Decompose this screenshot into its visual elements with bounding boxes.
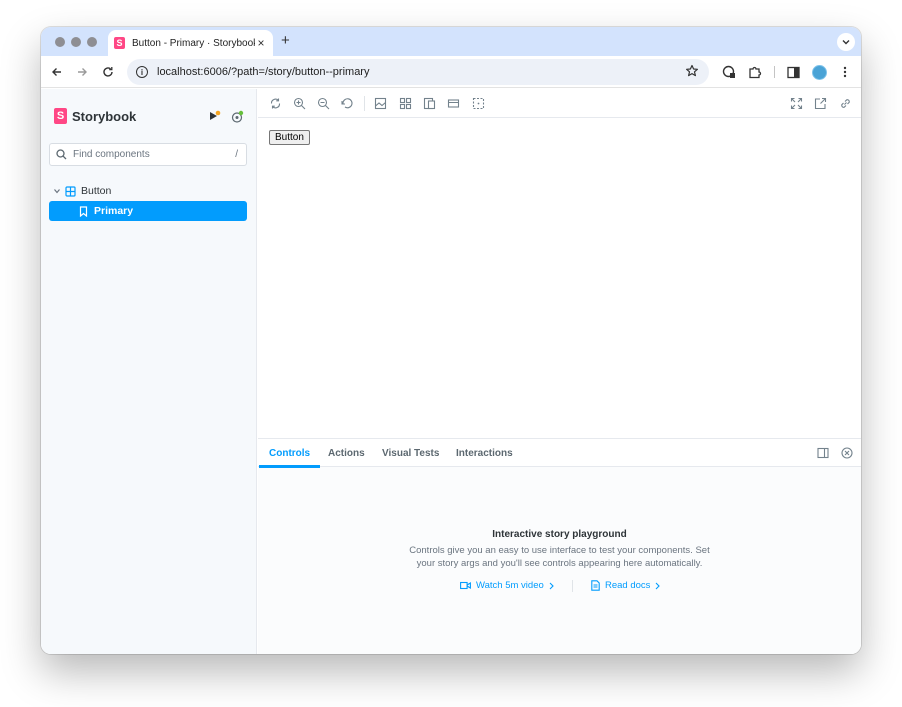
side-panel-icon (786, 66, 800, 78)
avatar (811, 64, 827, 80)
tab-actions[interactable]: Actions (328, 439, 365, 467)
bookmark-star-icon[interactable] (685, 64, 699, 78)
storybook-favicon-icon: S (114, 37, 125, 49)
tab-strip: S Button - Primary · Storybook × + (41, 27, 861, 56)
reload-icon (103, 67, 113, 77)
window-zoom-button[interactable] (87, 37, 97, 47)
preview-toolbar (258, 89, 861, 118)
browser-toolbar: i localhost:6006/?path=/story/button--pr… (41, 56, 861, 88)
tab-controls[interactable]: Controls (258, 439, 321, 468)
window-close-button[interactable] (55, 37, 65, 47)
story-button[interactable]: Button (269, 130, 310, 145)
chevron-down-icon[interactable] (53, 187, 61, 195)
tree-group-label: Button (81, 185, 112, 197)
close-panel-icon[interactable] (841, 447, 853, 459)
watch-video-label: Watch 5m video (476, 580, 544, 591)
zoom-out-icon[interactable] (317, 97, 330, 110)
tab-title: Button - Primary · Storybook (132, 37, 255, 49)
search-input[interactable]: Find components (73, 149, 235, 160)
sync-icon[interactable] (269, 97, 282, 110)
browser-menu-button[interactable] (835, 62, 855, 82)
storybook-app: S Storybook Find components / Button Pri… (41, 89, 861, 654)
forward-button[interactable] (72, 62, 92, 82)
tab-close-icon[interactable]: × (255, 36, 267, 50)
settings-menu-icon[interactable] (230, 110, 244, 124)
new-tab-button[interactable]: + (281, 32, 290, 49)
tree-group-button[interactable]: Button (53, 185, 111, 197)
toolbar-divider (364, 96, 365, 111)
search-icon (56, 149, 67, 160)
browser-tab[interactable]: S Button - Primary · Storybook × (108, 30, 273, 56)
extension-badge-icon (722, 65, 735, 78)
window-minimize-button[interactable] (71, 37, 81, 47)
toolbar-divider (774, 66, 775, 78)
address-bar[interactable]: i localhost:6006/?path=/story/button--pr… (127, 59, 709, 85)
empty-state-title: Interactive story playground (492, 529, 627, 540)
copy-link-icon[interactable] (839, 97, 852, 110)
zoom-in-icon[interactable] (293, 97, 306, 110)
addons-panel: Controls Actions Visual Tests Interactio… (258, 438, 861, 654)
onboarding-flag-icon[interactable] (207, 110, 221, 124)
chevron-right-icon (549, 582, 554, 589)
measure-icon[interactable] (447, 97, 460, 110)
zoom-reset-icon[interactable] (341, 97, 354, 110)
background-icon[interactable] (374, 97, 387, 110)
bookmark-icon (79, 205, 88, 217)
read-docs-link[interactable]: Read docs (591, 580, 661, 591)
tab-search-button[interactable] (837, 33, 855, 51)
arrow-right-icon (78, 68, 87, 76)
document-icon (591, 580, 600, 591)
storybook-brand[interactable]: S Storybook (54, 108, 136, 124)
sidebar: S Storybook Find components / Button Pri… (41, 89, 257, 654)
panel-orientation-icon[interactable] (817, 447, 829, 459)
back-button[interactable] (47, 62, 67, 82)
reload-button[interactable] (98, 62, 118, 82)
extensions-button[interactable] (745, 62, 765, 82)
more-vertical-icon (843, 66, 847, 78)
side-panel-button[interactable] (783, 62, 803, 82)
empty-state-description: Controls give you an easy to use interfa… (409, 545, 710, 569)
tab-visual-tests[interactable]: Visual Tests (382, 439, 439, 467)
search-field[interactable]: Find components / (49, 143, 247, 166)
addons-tab-bar: Controls Actions Visual Tests Interactio… (258, 439, 861, 468)
tab-interactions[interactable]: Interactions (456, 439, 513, 467)
video-icon (460, 581, 471, 590)
search-shortcut-hint: / (235, 149, 238, 160)
arrow-left-icon (52, 68, 61, 76)
profile-button[interactable] (809, 62, 829, 82)
viewport-icon[interactable] (423, 97, 436, 110)
url-text[interactable]: localhost:6006/?path=/story/button--prim… (157, 66, 369, 78)
grid-icon[interactable] (399, 97, 412, 110)
read-docs-label: Read docs (605, 580, 651, 591)
chevron-down-icon (842, 40, 850, 45)
main-panel: Button Controls Actions Visual Tests Int… (258, 89, 861, 654)
chevron-right-icon (656, 582, 661, 589)
fullscreen-icon[interactable] (790, 97, 803, 110)
watch-video-link[interactable]: Watch 5m video (460, 580, 554, 591)
tree-item-primary[interactable]: Primary (49, 201, 247, 221)
storybook-logo-icon: S (54, 108, 67, 124)
open-new-tab-icon[interactable] (814, 97, 827, 110)
outline-icon[interactable] (472, 97, 485, 110)
component-grid-icon (65, 185, 76, 197)
puzzle-icon (749, 66, 762, 79)
browser-window: S Button - Primary · Storybook × + i loc… (41, 27, 861, 654)
tree-item-label: Primary (94, 205, 134, 217)
site-info-icon[interactable]: i (136, 66, 148, 78)
extension-button[interactable] (719, 62, 739, 82)
brand-name: Storybook (72, 108, 137, 124)
link-divider (572, 580, 573, 592)
story-canvas: Button (258, 118, 861, 438)
